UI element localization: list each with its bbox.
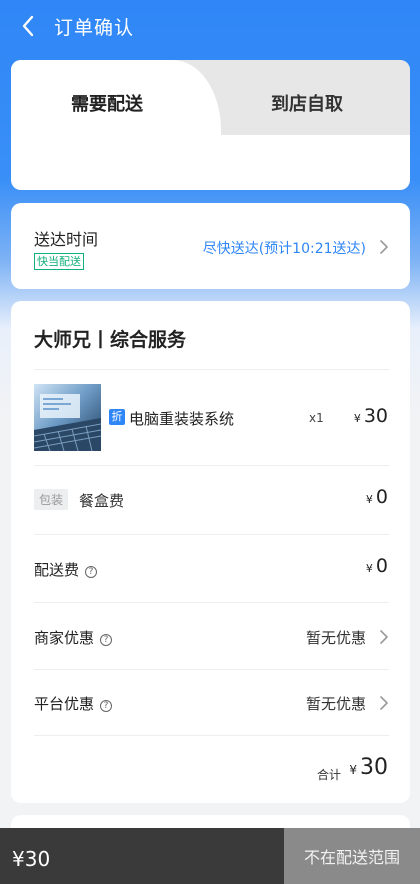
divider bbox=[34, 465, 389, 466]
bottom-total: ¥30 bbox=[12, 847, 51, 871]
delivery-type-badge: 快当配送 bbox=[34, 253, 84, 270]
currency-symbol: ¥ bbox=[365, 562, 373, 575]
packaging-price-value: 0 bbox=[375, 486, 388, 508]
help-icon[interactable]: ? bbox=[100, 634, 113, 646]
chevron-right-icon[interactable] bbox=[379, 630, 389, 644]
divider bbox=[34, 669, 389, 670]
currency-symbol: ¥ bbox=[365, 493, 373, 506]
delivery-time-value[interactable]: 尽快送达(预计10:21送达) bbox=[203, 238, 366, 258]
chevron-right-icon[interactable] bbox=[379, 696, 389, 710]
divider bbox=[34, 369, 389, 370]
product-name: 电脑重装装系统 bbox=[129, 410, 235, 428]
bottom-total-area: ¥30 bbox=[0, 828, 284, 884]
product-image bbox=[34, 384, 101, 451]
delivery-time-card[interactable]: 送达时间 快当配送 尽快送达(预计10:21送达) bbox=[11, 203, 410, 289]
delivery-fee-label: 配送费 bbox=[34, 561, 80, 579]
tab-pickup-label[interactable]: 到店自取 bbox=[271, 90, 343, 116]
delivery-fee-price: ¥0 bbox=[366, 555, 388, 577]
product-price: ¥30 bbox=[354, 405, 388, 427]
chevron-left-icon bbox=[22, 15, 34, 37]
shop-name: 大师兄丨综合服务 bbox=[34, 329, 187, 351]
product-qty: x1 bbox=[309, 411, 324, 425]
packaging-label: 餐盒费 bbox=[79, 492, 125, 510]
bottom-bar: ¥30 不在配送范围 bbox=[0, 828, 420, 884]
page-title: 订单确认 bbox=[54, 17, 135, 39]
divider bbox=[34, 534, 389, 535]
chevron-right-icon[interactable] bbox=[379, 240, 389, 254]
total-price: ¥30 bbox=[349, 755, 388, 780]
currency-symbol: ¥ bbox=[353, 412, 361, 425]
help-icon[interactable]: ? bbox=[85, 566, 98, 578]
delivery-fee-row: 配送费? bbox=[34, 559, 98, 580]
packaging-badge: 包装 bbox=[34, 489, 69, 510]
discount-tag: 折 bbox=[109, 409, 125, 425]
currency-symbol: ¥ bbox=[349, 763, 357, 777]
product-price-value: 30 bbox=[363, 405, 388, 427]
total-price-value: 30 bbox=[360, 755, 388, 780]
platform-discount-value[interactable]: 暂无优惠 bbox=[306, 693, 366, 714]
packaging-price: ¥0 bbox=[366, 486, 388, 508]
divider bbox=[34, 735, 389, 736]
merchant-discount-value[interactable]: 暂无优惠 bbox=[306, 627, 366, 648]
delivery-fee-value: 0 bbox=[375, 555, 388, 577]
divider bbox=[34, 602, 389, 603]
merchant-discount-label: 商家优惠 bbox=[34, 629, 95, 647]
platform-discount-label: 平台优惠 bbox=[34, 695, 95, 713]
order-card: 大师兄丨综合服务 折 电脑重装装系统 x1 ¥ 30 包装 餐盒费 ¥ 0 配送… bbox=[11, 301, 410, 803]
platform-discount-row[interactable]: 平台优惠? bbox=[34, 693, 113, 714]
merchant-discount-row[interactable]: 商家优惠? bbox=[34, 627, 113, 648]
delivery-time-label: 送达时间 bbox=[34, 230, 99, 249]
delivery-mode-card: 需要配送 到店自取 bbox=[11, 60, 410, 190]
total-label: 合计 bbox=[317, 768, 342, 782]
header-bar: 订单确认 bbox=[0, 0, 420, 52]
submit-button-disabled[interactable]: 不在配送范围 bbox=[284, 828, 420, 884]
help-icon[interactable]: ? bbox=[100, 700, 113, 712]
tab-delivery-label[interactable]: 需要配送 bbox=[71, 90, 143, 116]
back-button[interactable] bbox=[14, 12, 42, 40]
